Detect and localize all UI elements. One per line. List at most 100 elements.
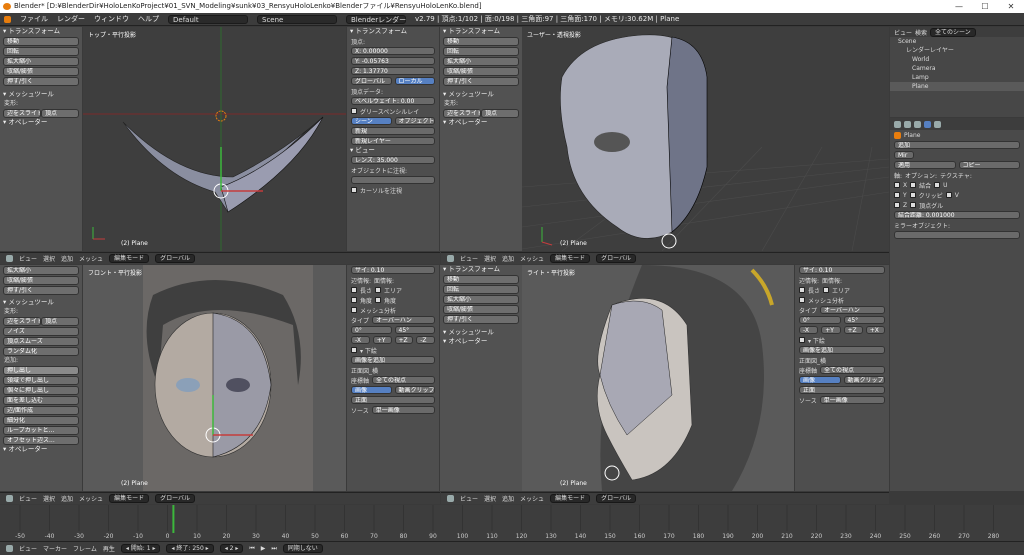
axis-select[interactable]: 全ての視点 (372, 376, 435, 384)
menu-frame[interactable]: フレーム (73, 544, 97, 553)
front-select[interactable]: 正面 (351, 396, 435, 404)
shrink-fatten-button[interactable]: 収縮/膨張 (3, 67, 79, 76)
outliner-row-lamp[interactable]: Lamp (890, 73, 1024, 82)
n-view-header[interactable]: ▾ ビュー (347, 146, 439, 155)
editor-type-icon[interactable] (4, 15, 11, 23)
menu-playback[interactable]: 再生 (103, 544, 115, 553)
vertex-slide-button[interactable]: 頂点 (481, 109, 519, 118)
menu-mesh[interactable]: メッシュ (520, 254, 544, 263)
merge-checkbox[interactable] (910, 182, 917, 188)
mirror-y-checkbox[interactable] (894, 192, 900, 198)
length-checkbox[interactable] (351, 287, 357, 293)
menu-select[interactable]: 選択 (484, 494, 496, 503)
make-edge-face-button[interactable]: 辺/面作成 (3, 406, 79, 415)
mode-selector[interactable]: 編集モード (550, 254, 591, 263)
translate-button[interactable]: 移動 (443, 275, 519, 284)
play-icon[interactable]: ▶ (261, 545, 266, 552)
outliner-row-world[interactable]: World (890, 55, 1024, 64)
push-pull-button[interactable]: 押す/引く (443, 315, 519, 324)
viewport-user-perspective[interactable]: ユーザー・透視投影 (2) Plane (522, 27, 889, 251)
lock-cursor-checkbox[interactable] (351, 187, 357, 193)
editor-type-icon[interactable] (447, 495, 454, 502)
size-field[interactable]: サイ: 0.10 (799, 266, 885, 274)
menu-add[interactable]: 追加 (502, 254, 514, 263)
image-toggle[interactable]: 画像 (799, 376, 841, 384)
render-tab-icon[interactable] (894, 120, 901, 128)
length-checkbox[interactable] (799, 287, 805, 293)
axis-pos-z[interactable]: +Z (843, 326, 863, 334)
axis-neg-z[interactable]: -Z (416, 336, 435, 344)
tool-section-mesh[interactable]: ▾ メッシュツール (0, 298, 82, 307)
min-angle-field[interactable]: 0° (351, 326, 392, 334)
clipping-checkbox[interactable] (909, 192, 916, 198)
mode-selector[interactable]: 編集モード (550, 494, 591, 503)
modifier-tab-icon[interactable] (924, 120, 931, 128)
scene-tab-icon[interactable] (904, 120, 911, 128)
mesh-analysis-checkbox[interactable] (799, 297, 805, 303)
inset-faces-button[interactable]: 面を差し込む (3, 396, 79, 405)
front-select[interactable]: 正面 (799, 386, 885, 394)
noise-button[interactable]: ノイズ (3, 327, 79, 336)
mode-selector[interactable]: 編集モード (109, 254, 150, 263)
menu-mesh[interactable]: メッシュ (79, 494, 103, 503)
menu-add[interactable]: 追加 (502, 494, 514, 503)
tool-section-transform[interactable]: ▾ トランスフォーム (440, 27, 522, 36)
jump-end-icon[interactable]: ⏭ (271, 545, 276, 553)
viewport-right[interactable]: ライト・平行投影 (2) Plane (522, 265, 794, 491)
push-pull-button[interactable]: 押す/引く (3, 286, 79, 295)
grease-pencil-checkbox[interactable] (351, 108, 357, 114)
axis-select[interactable]: 全ての視点 (820, 366, 885, 374)
tool-section-transform[interactable]: ▾ トランスフォーム (0, 27, 82, 36)
menu-view[interactable]: ビュー (19, 254, 37, 263)
outliner-row-render-layers[interactable]: レンダーレイヤー (890, 46, 1024, 55)
axis-pos-z[interactable]: +Z (394, 336, 414, 344)
scale-button[interactable]: 拡大縮小 (443, 57, 519, 66)
mirror-object-field[interactable] (894, 231, 1020, 239)
outliner-search-menu[interactable]: 検索 (915, 28, 927, 37)
bevel-weight-field[interactable]: ベベルウェイト: 0.00 (351, 97, 435, 105)
new-layer-button[interactable]: 新規レイヤー (351, 137, 435, 145)
menu-file[interactable]: ファイル (20, 14, 48, 24)
size-field[interactable]: サイ: 0.10 (351, 266, 435, 274)
lock-object-field[interactable] (351, 176, 435, 184)
close-button[interactable]: ✕ (998, 0, 1024, 13)
start-frame-field[interactable]: ◂ 開始: 1 ▸ (120, 544, 161, 553)
viewport-top[interactable]: トップ・平行投影 (2) Plane (83, 27, 346, 251)
axis-pos-x[interactable]: +X (865, 326, 885, 334)
menu-add[interactable]: 追加 (61, 494, 73, 503)
outliner-row-plane[interactable]: Plane (890, 82, 1024, 91)
menu-select[interactable]: 選択 (43, 494, 55, 503)
mirror-z-checkbox[interactable] (894, 202, 900, 208)
mirror-x-checkbox[interactable] (894, 182, 900, 188)
max-angle-field[interactable]: 45° (843, 316, 885, 324)
lens-field[interactable]: レンズ: 35.000 (351, 156, 435, 164)
viewport-front[interactable]: フロント・平行投影 (2) Plane (83, 265, 346, 491)
extrude-region-button[interactable]: 領域で押し出し (3, 376, 79, 385)
background-checkbox[interactable] (351, 347, 357, 353)
vertex-z-field[interactable]: Z: 1.37770 (351, 67, 435, 75)
axis-pos-y[interactable]: +Y (821, 326, 841, 334)
menu-mesh[interactable]: メッシュ (79, 254, 103, 263)
scene-selector[interactable]: Scene (257, 14, 337, 24)
menu-render[interactable]: レンダー (57, 14, 85, 24)
current-frame-field[interactable]: ◂ 2 ▸ (219, 544, 244, 553)
new-button[interactable]: 新規 (351, 127, 435, 135)
menu-view[interactable]: ビュー (460, 494, 478, 503)
max-angle-field[interactable]: 45° (394, 326, 435, 334)
edge-slide-button[interactable]: 辺をスライド (3, 317, 41, 326)
timeline[interactable]: -50 -40 -30 -20 -10 0 10 20 30 40 50 60 70 80 90 100 110… (0, 505, 1024, 541)
axis-neg-x[interactable]: -X (799, 326, 819, 334)
min-angle-field[interactable]: 0° (799, 316, 841, 324)
area-checkbox[interactable] (823, 287, 830, 293)
menu-mesh[interactable]: メッシュ (520, 494, 544, 503)
add-image-button[interactable]: 画像を追加 (799, 346, 885, 354)
edge-slide-button[interactable]: 辺をスライド (443, 109, 481, 118)
push-pull-button[interactable]: 押す/引く (3, 77, 79, 86)
extrude-individual-button[interactable]: 個々に押し出し (3, 386, 79, 395)
object-toggle[interactable]: オブジェクト (394, 117, 435, 125)
merge-limit-field[interactable]: 結合距離: 0.001000 (894, 211, 1020, 219)
orientation-selector[interactable]: グローバル (155, 254, 196, 263)
randomize-button[interactable]: ランダム化 (3, 347, 79, 356)
push-pull-button[interactable]: 押す/引く (443, 77, 519, 86)
area-checkbox[interactable] (375, 287, 382, 293)
